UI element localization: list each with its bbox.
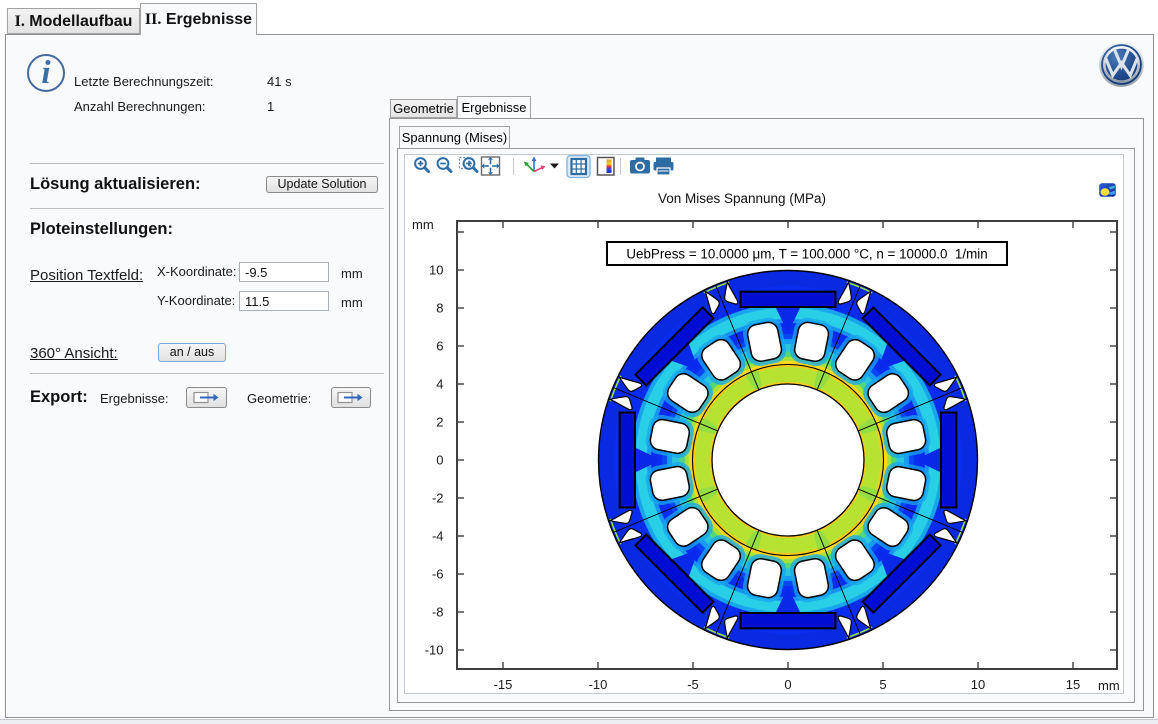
- svg-text:-10: -10: [425, 643, 444, 658]
- svg-text:-5: -5: [687, 677, 699, 692]
- svg-text:-10: -10: [589, 677, 608, 692]
- svg-text:8: 8: [436, 301, 443, 316]
- svg-text:6: 6: [436, 339, 443, 354]
- svg-text:-8: -8: [432, 605, 444, 620]
- svg-text:10: 10: [429, 263, 443, 278]
- svg-text:-4: -4: [432, 529, 444, 544]
- svg-text:15: 15: [1066, 677, 1080, 692]
- svg-text:2: 2: [436, 415, 443, 430]
- svg-text:0: 0: [784, 677, 791, 692]
- svg-text:0: 0: [436, 453, 443, 468]
- svg-text:-6: -6: [432, 567, 444, 582]
- svg-text:UebPress = 10.0000 μm, T = 100: UebPress = 10.0000 μm, T = 100.000 °C, n…: [626, 247, 987, 262]
- svg-text:4: 4: [436, 377, 443, 392]
- svg-text:5: 5: [879, 677, 886, 692]
- svg-text:-2: -2: [432, 491, 444, 506]
- svg-text:10: 10: [971, 677, 985, 692]
- svg-text:-15: -15: [494, 677, 513, 692]
